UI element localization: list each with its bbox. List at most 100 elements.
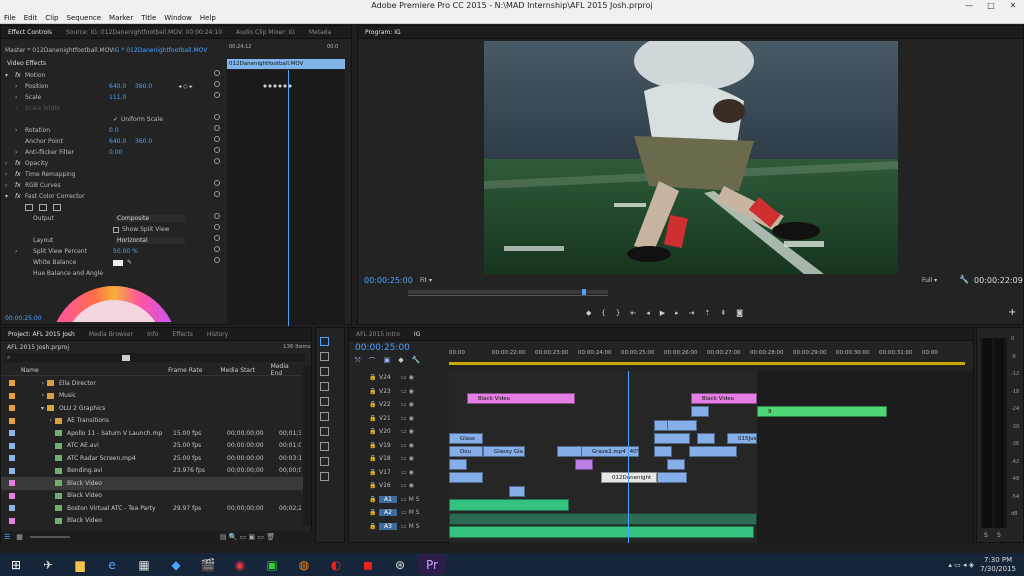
mask-pen-icon[interactable] <box>53 204 61 211</box>
step-forward-icon[interactable]: ▸ <box>675 309 679 317</box>
tab-effect-controls[interactable]: Effect Controls <box>1 29 59 36</box>
project-item-row[interactable]: Black Video <box>1 515 303 528</box>
prop-anti-flicker[interactable]: Anti-flicker Filter <box>25 149 109 156</box>
sequence-clip-label[interactable]: IG * 012Danenightfootball.MOV <box>113 47 207 54</box>
show-split-checkbox[interactable] <box>113 226 119 233</box>
clip-black-video[interactable]: Black Video <box>691 393 757 404</box>
track-header[interactable]: 🔒 V21 ▭ ◉ <box>349 412 449 426</box>
mute-solo-icons[interactable]: ▭ M S <box>401 509 419 516</box>
anchor-y[interactable]: 360.0 <box>135 138 152 145</box>
prop-fast-color-corrector[interactable]: Fast Color Corrector <box>25 193 85 200</box>
clip-v19-a[interactable] <box>557 446 583 457</box>
menu-title[interactable]: Title <box>137 14 160 22</box>
prop-position[interactable]: Position <box>25 83 109 90</box>
project-item-row[interactable]: Apollo 11 - Saturn V Launch.mp 15.00 fps 0… <box>1 427 303 440</box>
step-back-icon[interactable]: ◂ <box>646 309 650 317</box>
selection-tool-icon[interactable] <box>320 337 329 346</box>
eye-icon[interactable]: ▭ ◉ <box>401 442 414 449</box>
menu-sequence[interactable]: Sequence <box>63 14 106 22</box>
clip-v22[interactable] <box>691 406 709 417</box>
hue-color-wheel[interactable] <box>49 282 179 322</box>
reset-icon[interactable] <box>214 147 220 153</box>
anti-flicker-value[interactable]: 0.00 <box>109 149 122 156</box>
tab-metadata[interactable]: Metada <box>302 29 338 36</box>
clip-015jos[interactable]: 015Jos <box>727 433 757 444</box>
reset-icon[interactable] <box>214 81 220 87</box>
program-playhead[interactable] <box>582 289 586 295</box>
clip-012danenight[interactable]: 012Danenight <box>601 472 657 483</box>
solo-left[interactable]: S <box>984 532 988 539</box>
premiere-icon[interactable]: Pr <box>418 554 446 575</box>
mini-timeline-area[interactable] <box>227 70 345 325</box>
track-header[interactable]: 🔒 V17 ▭ ◉ <box>349 466 449 480</box>
project-item-row[interactable]: Boston Virtual ATC - Tea Party 29.97 fps 0… <box>1 502 303 515</box>
position-x[interactable]: 640.0 <box>109 83 135 90</box>
eye-icon[interactable]: ▭ ◉ <box>401 428 414 435</box>
project-bin-row[interactable]: › AE Transitions <box>1 415 303 428</box>
clip-glass[interactable]: Glass <box>449 433 483 444</box>
reset-icon[interactable] <box>214 180 220 186</box>
clip-v17-b[interactable] <box>657 472 687 483</box>
zoom-slider[interactable] <box>29 536 70 538</box>
reset-icon[interactable] <box>214 224 220 230</box>
prop-uniform-scale[interactable]: Uniform Scale <box>121 116 163 123</box>
project-item-row[interactable]: ATC Radar Screen.mp4 25.00 fps 00:00:00:00… <box>1 452 303 465</box>
track-name[interactable]: V23 <box>379 388 397 395</box>
fit-dropdown[interactable]: Fit ▾ <box>420 277 432 284</box>
linked-selection-icon[interactable]: ⌒ <box>369 356 376 366</box>
nest-icon[interactable]: ▣ <box>384 356 391 366</box>
app-icon-3[interactable]: ▣ <box>258 554 286 575</box>
project-bin-row[interactable]: › Ella Director <box>1 377 303 390</box>
resolution-dropdown[interactable]: Full ▾ <box>922 277 937 284</box>
app-icon-4[interactable]: ◐ <box>322 554 350 575</box>
project-item-row[interactable]: Bending.avi 23.976 fps 00;00;00;00 00;00;0 <box>1 465 303 478</box>
project-item-row[interactable]: Black Video <box>1 477 303 490</box>
clip-v21-b[interactable] <box>667 420 697 431</box>
eye-icon[interactable]: ▭ ◉ <box>401 401 414 408</box>
maximize-button[interactable]: □ <box>980 0 1002 12</box>
col-name[interactable]: Name <box>1 367 168 374</box>
position-y[interactable]: 360.0 <box>135 83 152 90</box>
tray-icons[interactable]: ▴ ▭ ◂ ◈ <box>948 561 974 569</box>
work-area-bar[interactable] <box>449 362 965 365</box>
solo-right[interactable]: S <box>997 532 1001 539</box>
firefox-icon[interactable]: ◍ <box>290 554 318 575</box>
track-name[interactable]: V18 <box>379 455 397 462</box>
tab-media-browser[interactable]: Media Browser <box>82 331 140 338</box>
lock-icon[interactable]: 🔒 <box>349 523 376 530</box>
lock-icon[interactable]: 🔒 <box>349 469 376 476</box>
track-name[interactable]: V24 <box>379 374 397 381</box>
tab-source[interactable]: Source: IG: 012Danenightfootball.MOV: 00… <box>59 29 229 36</box>
reset-icon[interactable] <box>214 158 220 164</box>
slip-tool-icon[interactable] <box>320 427 329 436</box>
timeline-ruler[interactable]: 00:00 00:00:22:00 00:00:23:00 00:00:24:00 00… <box>449 346 965 362</box>
rolling-edit-tool-icon[interactable] <box>320 382 329 391</box>
project-scrollbar[interactable] <box>303 365 311 525</box>
eye-icon[interactable]: ▭ ◉ <box>401 469 414 476</box>
zoom-tool-icon[interactable] <box>320 472 329 481</box>
reset-icon[interactable] <box>214 125 220 131</box>
track-name[interactable]: V21 <box>379 415 397 422</box>
tab-program[interactable]: Program: IG <box>358 29 408 36</box>
eye-icon[interactable]: ▭ ◉ <box>401 482 414 489</box>
clip-v17-a[interactable] <box>449 472 483 483</box>
eye-icon[interactable]: ▭ ◉ <box>401 415 414 422</box>
col-frame-rate[interactable]: Frame Rate <box>168 367 220 374</box>
output-dropdown[interactable]: Composite <box>115 215 185 222</box>
track-header[interactable]: 🔒 V19 ▭ ◉ <box>349 439 449 453</box>
track-name[interactable]: V22 <box>379 401 397 408</box>
snap-icon[interactable]: ⤲ <box>355 356 361 366</box>
eye-icon[interactable]: ▭ ◉ <box>401 388 414 395</box>
reset-icon[interactable] <box>214 257 220 263</box>
lock-icon[interactable]: 🔒 <box>349 401 376 408</box>
lock-icon[interactable]: 🔒 <box>349 415 376 422</box>
track-name[interactable]: V20 <box>379 428 397 435</box>
prop-anchor-point[interactable]: Anchor Point <box>25 138 109 145</box>
track-header[interactable]: 🔒 V18 ▭ ◉ <box>349 452 449 466</box>
file-explorer-icon[interactable]: ▆ <box>66 554 94 575</box>
clip-v18-c[interactable] <box>667 459 685 470</box>
wrench-icon[interactable]: 🔧 <box>959 275 969 284</box>
clip-9[interactable]: 9 <box>757 406 887 417</box>
app-icon-5[interactable]: ◼ <box>354 554 382 575</box>
track-header[interactable]: 🔒 A3 ▭ M S <box>349 520 449 534</box>
